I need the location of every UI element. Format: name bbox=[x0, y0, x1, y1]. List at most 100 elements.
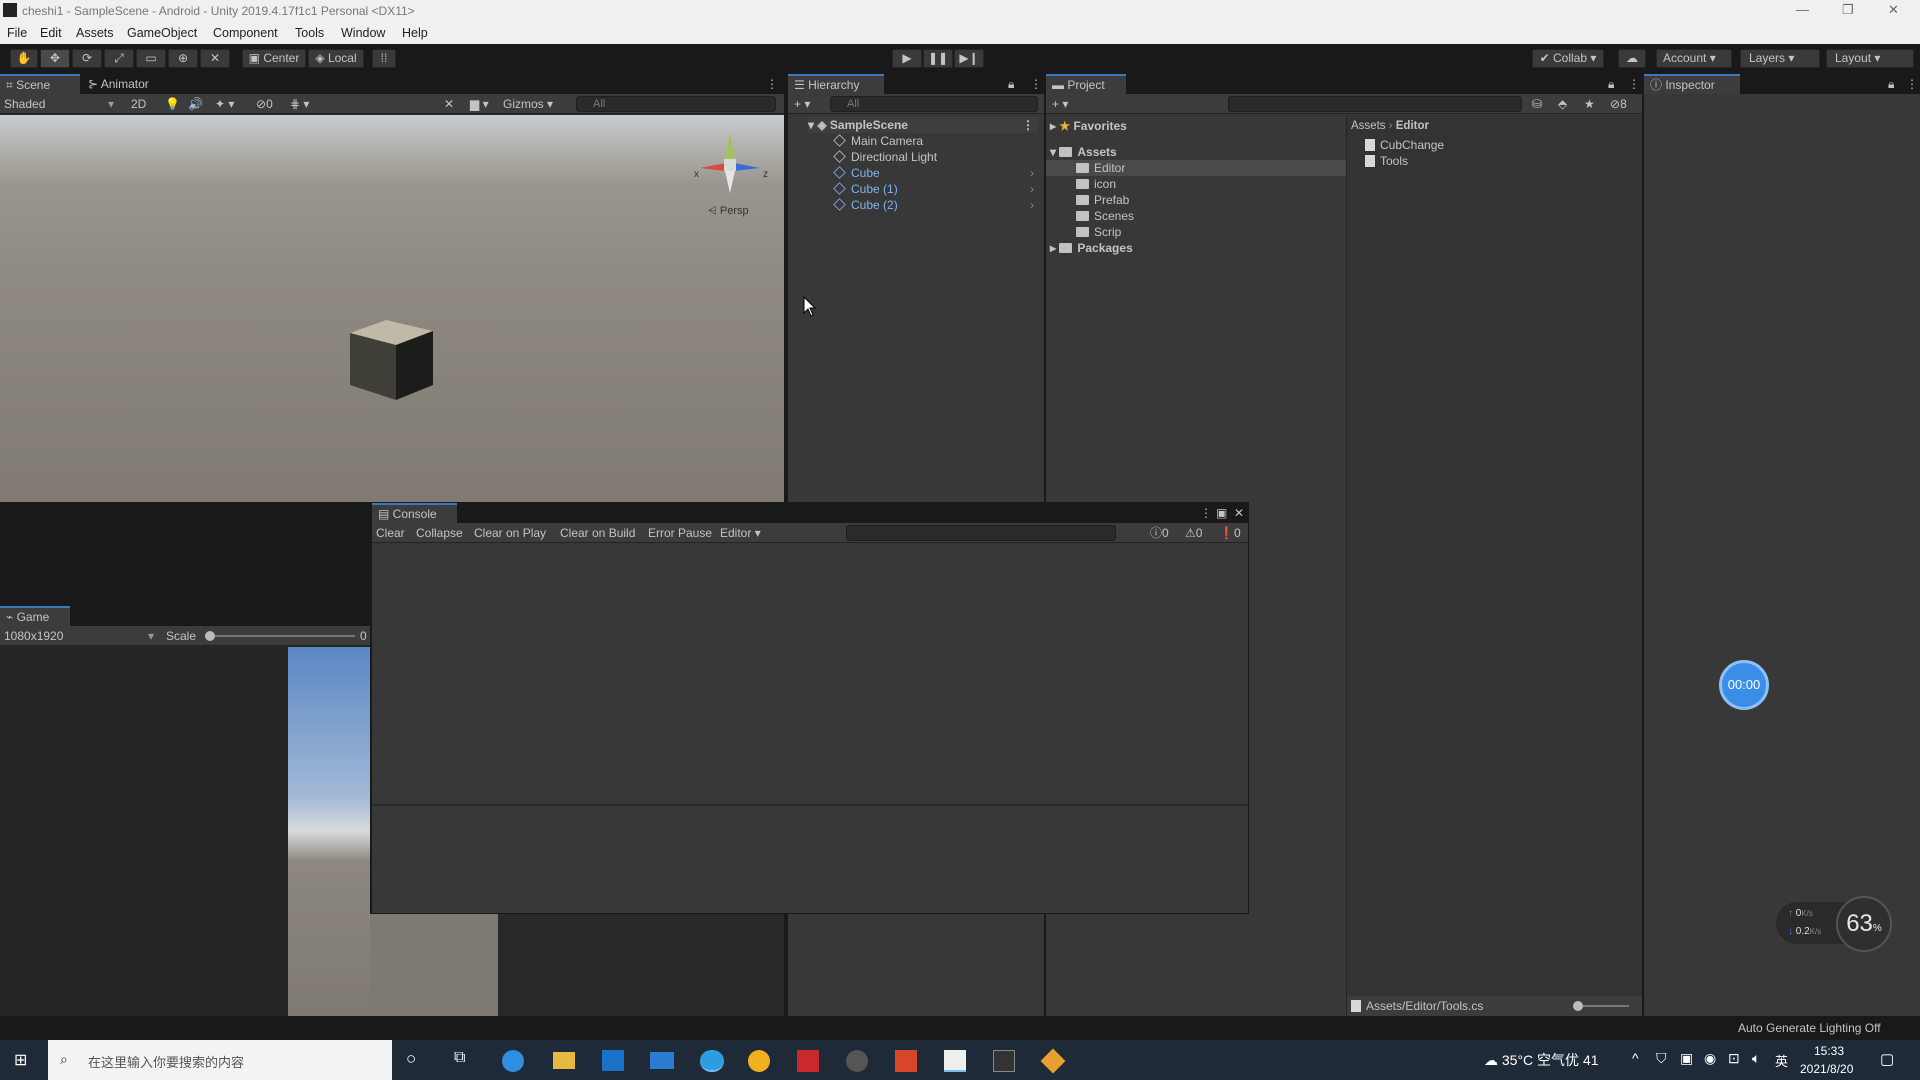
inspector-menu-icon[interactable]: ⋮ bbox=[1900, 74, 1920, 94]
breadcrumb-editor[interactable]: Editor bbox=[1396, 120, 1429, 132]
unity-hub-icon[interactable] bbox=[846, 1050, 868, 1072]
chevron-right-icon[interactable]: › bbox=[1030, 165, 1034, 181]
resolution-dropdown[interactable]: 1080x1920 bbox=[4, 628, 63, 644]
file-explorer-icon[interactable] bbox=[553, 1052, 575, 1069]
rect-tool-icon[interactable]: ▭ bbox=[136, 49, 166, 68]
volume-icon[interactable]: 🔈︎ bbox=[1752, 1050, 1760, 1067]
layout-dropdown[interactable]: Layout ▾ bbox=[1826, 49, 1914, 68]
console-error-pause-button[interactable]: Error Pause bbox=[648, 525, 712, 541]
hierarchy-search-input[interactable]: All bbox=[830, 96, 1038, 112]
security-shield-icon[interactable]: ⛉ bbox=[1656, 1050, 1667, 1067]
camera-icon[interactable]: ▆ ▾ bbox=[470, 96, 489, 112]
grid-toggle-icon[interactable]: ⋕ ▾ bbox=[290, 96, 309, 112]
pivot-local-button[interactable]: ◈ Local bbox=[308, 49, 364, 68]
audio-toggle-icon[interactable]: 🔊 bbox=[188, 96, 203, 112]
project-lock-icon[interactable]: 🔒︎ bbox=[1602, 74, 1620, 94]
restore-button[interactable]: ❐ bbox=[1842, 2, 1854, 18]
folder-item[interactable]: Scenes bbox=[1076, 208, 1134, 224]
folder-item[interactable]: Scrip bbox=[1076, 224, 1121, 240]
packages-item[interactable]: ▸ Packages bbox=[1050, 240, 1133, 256]
pivot-center-button[interactable]: ▣ Center bbox=[242, 49, 306, 68]
unity-editor-icon[interactable] bbox=[993, 1050, 1015, 1072]
file-item[interactable]: Tools bbox=[1365, 153, 1408, 169]
edge-browser-icon[interactable] bbox=[502, 1050, 524, 1072]
favorites-item[interactable]: ▸ ★ Favorites bbox=[1050, 118, 1127, 134]
menu-assets[interactable]: Assets bbox=[76, 26, 114, 40]
log-toggle[interactable]: ⓘ0 bbox=[1150, 525, 1169, 541]
breadcrumb-assets[interactable]: Assets bbox=[1351, 120, 1386, 132]
console-clear-on-play-button[interactable]: Clear on Play bbox=[474, 525, 546, 541]
console-search-input[interactable] bbox=[846, 525, 1116, 541]
gizmos-dropdown[interactable]: Gizmos ▾ bbox=[503, 96, 553, 112]
console-clear-button[interactable]: Clear bbox=[376, 525, 405, 541]
qq-penguin-icon[interactable]: ◉ bbox=[1704, 1050, 1716, 1067]
console-close-icon[interactable]: ✕ bbox=[1228, 503, 1250, 523]
tools-icon[interactable]: ✕ bbox=[444, 96, 454, 112]
project-menu-icon[interactable]: ⋮ bbox=[1622, 74, 1646, 94]
toggle-2d-button[interactable]: 2D bbox=[131, 96, 146, 112]
pause-button[interactable]: ❚❚ bbox=[923, 49, 953, 68]
tab-animator[interactable]: ⊱ Animator bbox=[82, 74, 155, 94]
task-view-icon[interactable]: ⧉ bbox=[454, 1049, 465, 1067]
clock-date[interactable]: 2021/8/20 bbox=[1800, 1062, 1853, 1076]
colorful-app-icon[interactable] bbox=[1040, 1048, 1066, 1074]
tray-app-icon[interactable]: ▣ bbox=[1680, 1050, 1693, 1067]
play-button[interactable]: ▶ bbox=[892, 49, 922, 68]
tab-console[interactable]: ▤ Console bbox=[372, 503, 457, 523]
menu-component[interactable]: Component bbox=[213, 26, 278, 40]
scale-slider[interactable] bbox=[210, 635, 355, 637]
recording-timer[interactable]: 00:00 bbox=[1719, 660, 1769, 710]
cloud-icon[interactable]: ☁ bbox=[1618, 49, 1646, 68]
hierarchy-lock-icon[interactable]: 🔒︎ bbox=[1002, 74, 1020, 94]
media-app-icon[interactable] bbox=[748, 1050, 770, 1072]
memory-usage-gauge[interactable]: 63% bbox=[1836, 896, 1892, 952]
project-add-button[interactable]: + ▾ bbox=[1052, 96, 1068, 112]
menu-window[interactable]: Window bbox=[341, 26, 385, 40]
input-method-indicator[interactable]: 英 bbox=[1775, 1051, 1788, 1070]
menu-tools[interactable]: Tools bbox=[295, 26, 324, 40]
hand-tool-icon[interactable]: ✋ bbox=[10, 49, 38, 68]
icon-size-slider-handle[interactable] bbox=[1573, 1001, 1583, 1011]
console-clear-on-build-button[interactable]: Clear on Build bbox=[560, 525, 635, 541]
filter-by-label-icon[interactable]: ⬘ bbox=[1558, 96, 1567, 112]
custom-tool-icon[interactable]: ✕ bbox=[200, 49, 230, 68]
show-hidden-icons-icon[interactable]: ^ bbox=[1632, 1050, 1639, 1066]
folder-item[interactable]: Editor bbox=[1076, 160, 1125, 176]
weather-widget[interactable]: ☁ 35°C 空气优 41 bbox=[1484, 1050, 1599, 1070]
rotate-tool-icon[interactable]: ⟳ bbox=[72, 49, 102, 68]
code-editor-icon[interactable] bbox=[944, 1050, 966, 1072]
orientation-gizmo-icon[interactable] bbox=[690, 123, 770, 203]
hierarchy-item[interactable]: Cube (2) › bbox=[833, 197, 1038, 213]
step-button[interactable]: ▶❙ bbox=[954, 49, 984, 68]
tab-inspector[interactable]: ⓘ Inspector bbox=[1644, 74, 1740, 94]
taskbar-search-box[interactable]: ⌕ 在这里输入你要搜索的内容 bbox=[48, 1040, 392, 1080]
file-item[interactable]: CubChange bbox=[1365, 137, 1444, 153]
notification-center-icon[interactable]: ▢ bbox=[1880, 1050, 1894, 1068]
menu-gameobject[interactable]: GameObject bbox=[127, 26, 197, 40]
hierarchy-menu-icon[interactable]: ⋮ bbox=[1024, 74, 1048, 94]
chevron-right-icon[interactable]: › bbox=[1030, 197, 1034, 213]
chevron-right-icon[interactable]: › bbox=[1030, 181, 1034, 197]
clock-time[interactable]: 15:33 bbox=[1814, 1044, 1844, 1058]
warning-toggle[interactable]: ⚠0 bbox=[1185, 525, 1202, 541]
scene-search-input[interactable]: All bbox=[576, 96, 776, 112]
hidden-packages-icon[interactable]: ⊘8 bbox=[1610, 96, 1627, 112]
mail-icon[interactable] bbox=[650, 1052, 674, 1069]
cube-object[interactable] bbox=[340, 315, 440, 415]
windows-start-icon[interactable]: ⊞ bbox=[14, 1052, 32, 1070]
hidden-objects-icon[interactable]: ⊘0 bbox=[256, 96, 273, 112]
scale-slider-handle[interactable] bbox=[205, 631, 215, 641]
layers-dropdown[interactable]: Layers ▾ bbox=[1740, 49, 1820, 68]
network-icon[interactable]: ⊡ bbox=[1728, 1050, 1740, 1067]
scene-root-item[interactable]: ▾ ◈ SampleScene ⋮ bbox=[808, 117, 1038, 133]
office-icon[interactable] bbox=[895, 1050, 917, 1072]
folder-item[interactable]: Prefab bbox=[1076, 192, 1129, 208]
hierarchy-add-button[interactable]: + ▾ bbox=[794, 96, 810, 112]
move-tool-icon[interactable]: ✥ bbox=[40, 49, 70, 68]
hierarchy-item[interactable]: Main Camera bbox=[833, 133, 923, 149]
red-app-icon[interactable] bbox=[797, 1050, 819, 1072]
hierarchy-item[interactable]: Cube (1) › bbox=[833, 181, 1038, 197]
scene-viewport[interactable]: x z ⩤ Persp bbox=[0, 115, 784, 502]
filter-by-type-icon[interactable]: ⛁ bbox=[1532, 96, 1542, 112]
tab-hierarchy[interactable]: ☰ Hierarchy bbox=[788, 74, 884, 94]
